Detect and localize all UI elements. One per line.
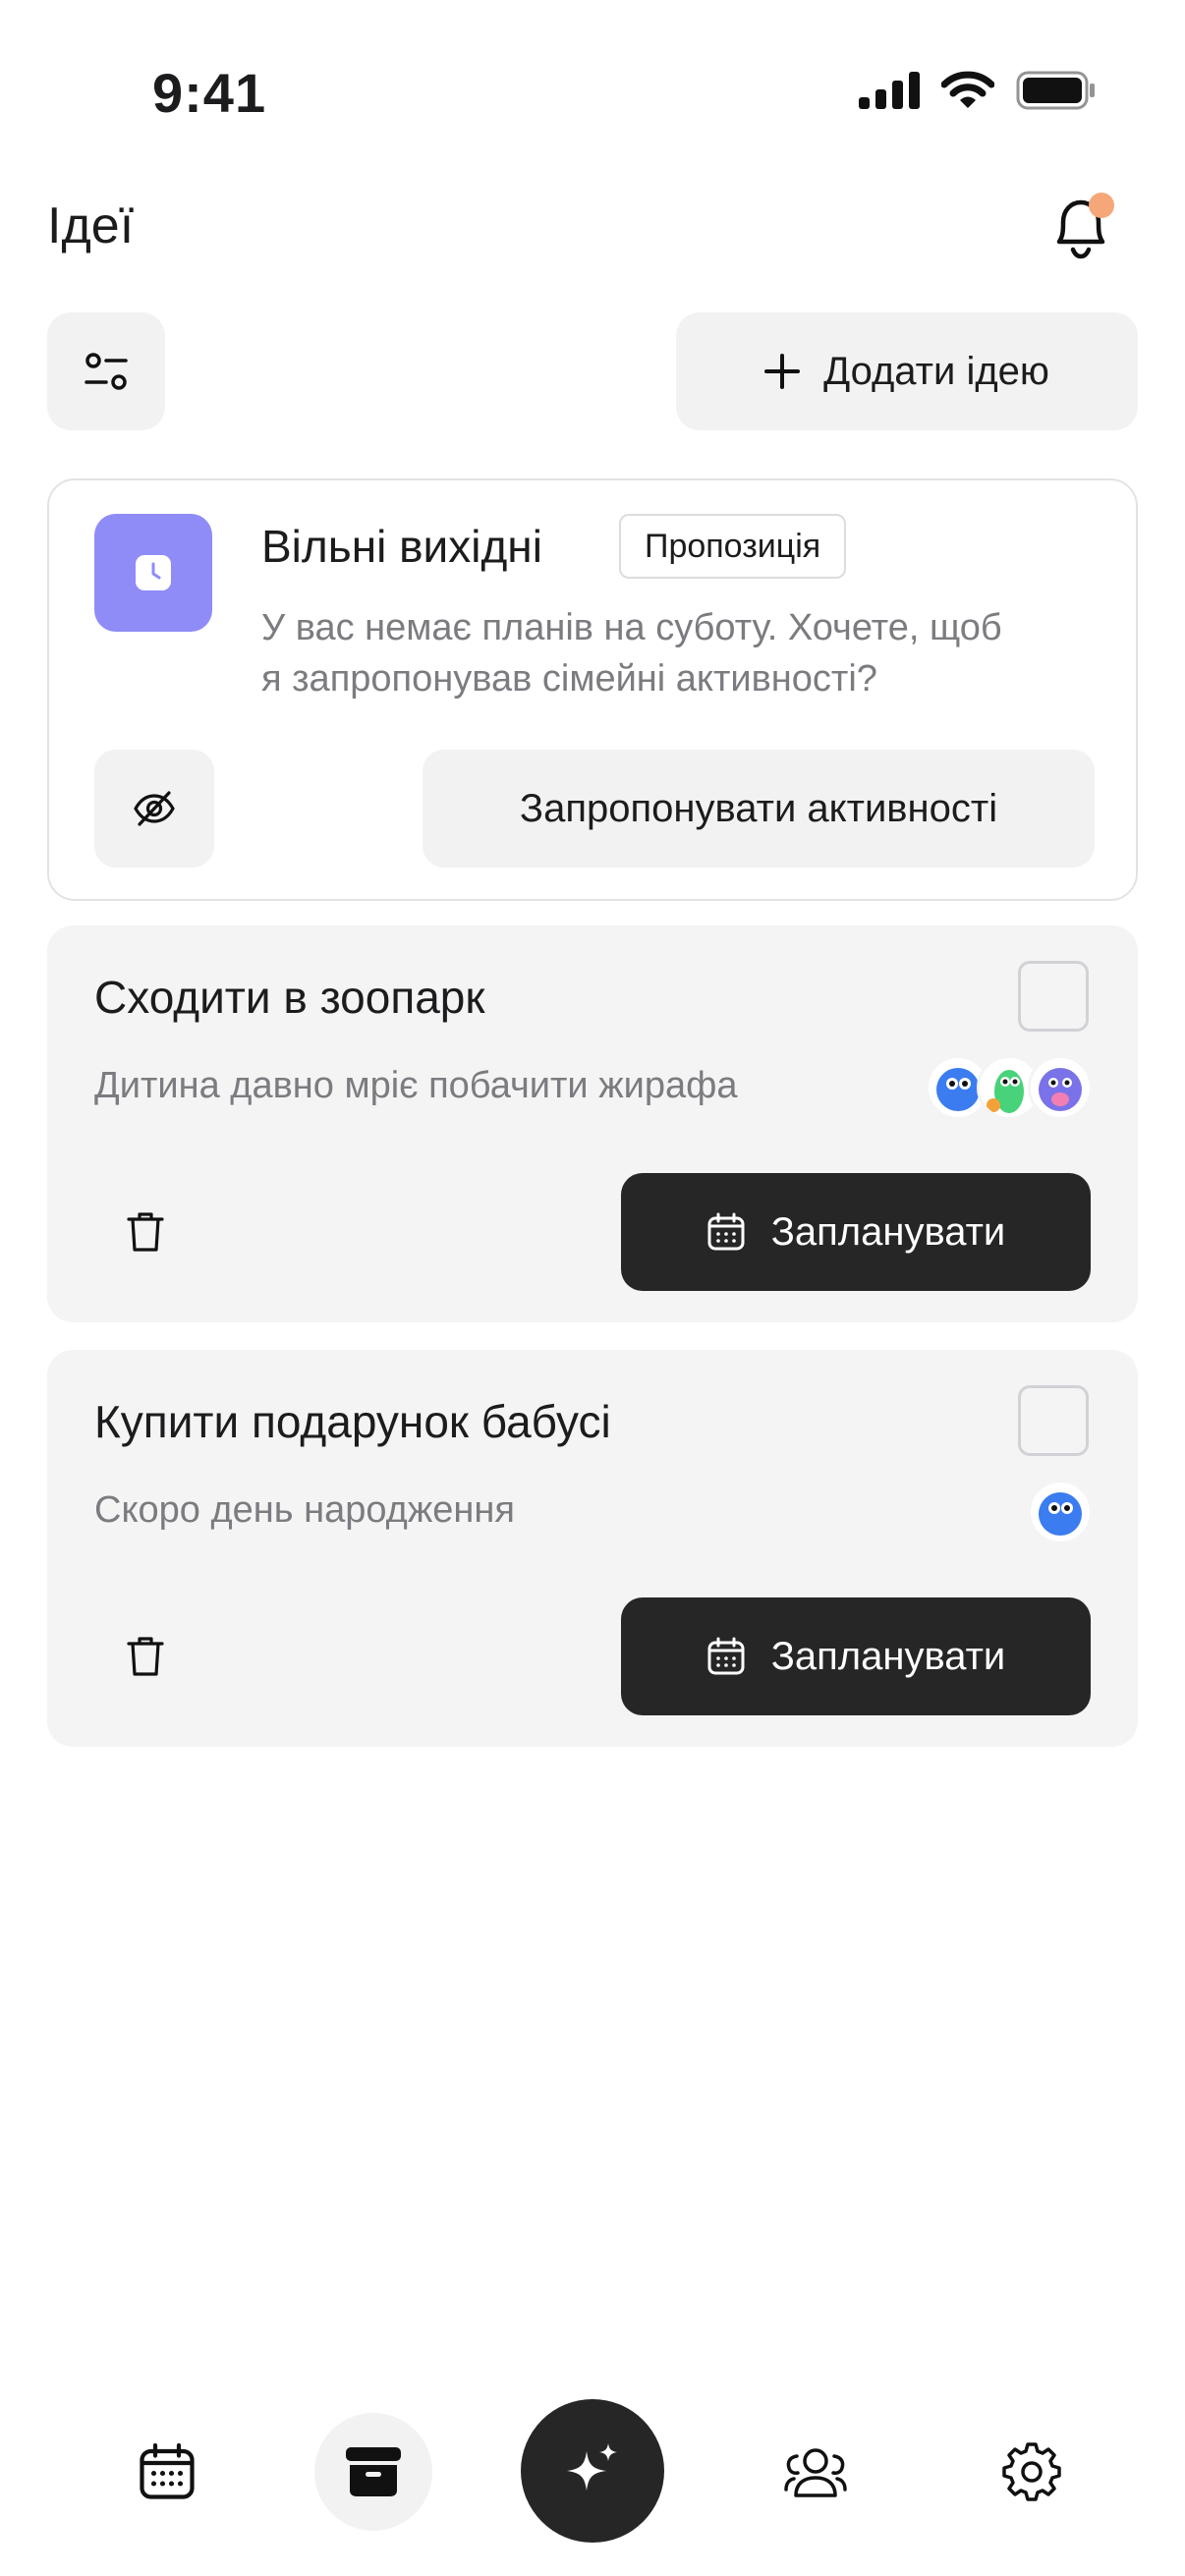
idea-description: Скоро день народження: [94, 1489, 515, 1531]
calendar-icon: [140, 2442, 195, 2499]
wifi-icon: [941, 71, 994, 108]
idea-card: Сходити в зоопарк Дитина давно мріє поба…: [47, 925, 1138, 1322]
suggestion-text-line: я запропонував сімейні активності?: [261, 658, 877, 700]
suggestion-text: У вас немає планів на суботу. Хочете, що…: [261, 602, 1106, 704]
delete-idea-button[interactable]: [116, 1203, 175, 1261]
gear-icon: [1002, 2442, 1061, 2501]
filter-sliders-icon: [85, 353, 128, 390]
family-icon: [784, 2448, 847, 2497]
bottom-nav: [0, 2397, 1185, 2576]
suggestion-badge: Пропозиція: [619, 514, 847, 579]
plan-button-label: Запланувати: [770, 1209, 1006, 1254]
clock-icon: [136, 555, 171, 590]
idea-checkbox[interactable]: [1018, 1385, 1089, 1456]
idea-checkbox[interactable]: [1018, 961, 1089, 1032]
add-idea-button[interactable]: Додати ідею: [676, 312, 1138, 430]
suggestion-title: Вільні вихідні: [261, 521, 542, 572]
idea-title: Купити подарунок бабусі: [94, 1396, 611, 1447]
idea-description: Дитина давно мріє побачити жирафа: [94, 1065, 738, 1106]
sparkle-icon: [567, 2443, 617, 2491]
battery-icon: [1016, 71, 1095, 110]
suggestion-card: Вільні вихідні Пропозиція У вас немає пл…: [47, 478, 1138, 901]
status-time: 9:41: [152, 62, 267, 124]
nav-settings[interactable]: [983, 2423, 1081, 2521]
archive-icon: [346, 2447, 401, 2496]
idea-card: Купити подарунок бабусі Скоро день народ…: [47, 1350, 1138, 1747]
plan-button[interactable]: Запланувати: [621, 1597, 1091, 1715]
avatar: [1028, 1055, 1093, 1120]
trash-icon: [127, 1212, 164, 1252]
suggest-activities-button[interactable]: Запропонувати активності: [423, 750, 1095, 868]
status-bar: 9:41: [0, 0, 1185, 187]
suggestion-text-line: У вас немає планів на суботу. Хочете, що…: [261, 607, 1002, 648]
plan-button-label: Запланувати: [770, 1634, 1006, 1678]
suggestion-icon-tile: [94, 514, 212, 632]
filter-button[interactable]: [47, 312, 165, 430]
plus-icon: [764, 354, 801, 389]
avatar-group: [1028, 1480, 1093, 1544]
calendar-icon: [707, 1212, 745, 1251]
page-title: Ідеї: [47, 197, 135, 254]
nav-archive[interactable]: [314, 2413, 432, 2531]
avatar: [1028, 1480, 1093, 1544]
nav-calendar[interactable]: [118, 2423, 216, 2521]
trash-icon: [127, 1637, 164, 1676]
status-icons: [859, 71, 1097, 110]
cellular-signal-icon: [859, 72, 920, 109]
blue-monster-avatar-icon: [1039, 1492, 1082, 1536]
avatar-group: [926, 1055, 1093, 1120]
eye-off-icon: [134, 791, 175, 826]
delete-idea-button[interactable]: [116, 1627, 175, 1686]
calendar-icon: [707, 1637, 745, 1675]
purple-monster-avatar-icon: [1039, 1068, 1082, 1111]
nav-family[interactable]: [766, 2423, 865, 2521]
nav-ideas-ai[interactable]: [521, 2399, 664, 2543]
hide-suggestion-button[interactable]: [94, 750, 214, 868]
notification-badge: [1089, 193, 1114, 218]
plan-button[interactable]: Запланувати: [621, 1173, 1091, 1291]
add-idea-label: Додати ідею: [823, 349, 1049, 393]
idea-title: Сходити в зоопарк: [94, 972, 485, 1023]
